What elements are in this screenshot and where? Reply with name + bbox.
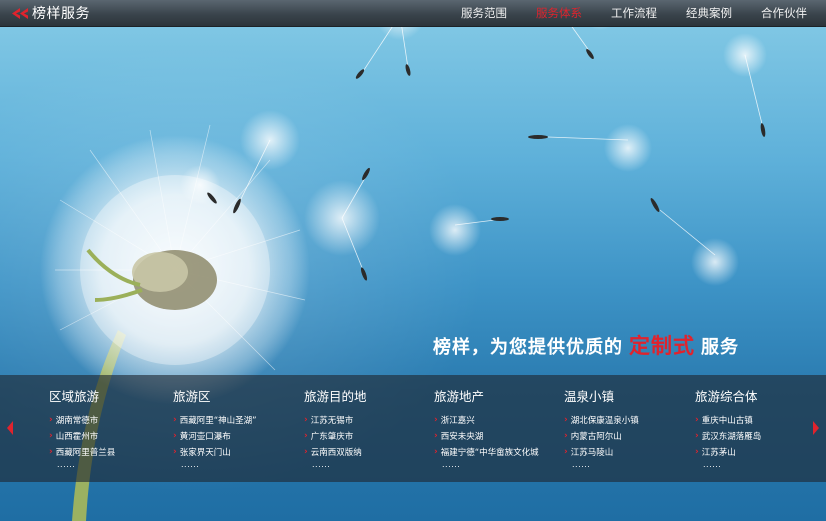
bullet-icon: › (564, 447, 568, 457)
hero-slogan: 榜样，为您提供优质的 定制式 服务 (433, 330, 739, 360)
category-link[interactable]: › 云南西双版纳 (304, 444, 367, 460)
category-link-label: 广东肇庆市 (310, 432, 354, 442)
bullet-icon: › (304, 447, 308, 457)
category-link-label: 江苏无锡市 (310, 416, 354, 426)
category-link[interactable]: › 黄河壶口瀑布 (173, 428, 257, 444)
category-column: 旅游综合体 › 重庆中山古镇 › 武汉东湖落雁岛 › 江苏茅山 ...... (695, 387, 761, 470)
bullet-icon: › (434, 431, 438, 441)
category-link[interactable]: › 湖南常德市 (49, 412, 115, 428)
category-column: 区域旅游 › 湖南常德市 › 山西霍州市 › 西藏阿里普兰县 ...... (49, 387, 115, 470)
bullet-icon: › (564, 431, 568, 441)
bullet-icon: › (173, 431, 177, 441)
bullet-icon: › (695, 415, 699, 425)
category-link[interactable]: › 张家界天门山 (173, 444, 257, 460)
category-link[interactable]: › 山西霍州市 (49, 428, 115, 444)
category-link[interactable]: › 西藏阿里“神山圣湖” (173, 412, 257, 428)
bullet-icon: › (49, 447, 53, 457)
category-link-label: 黄河壶口瀑布 (179, 432, 231, 442)
category-title[interactable]: 旅游目的地 (304, 387, 367, 407)
nav-item-workflow[interactable]: 工作流程 (611, 0, 671, 27)
category-column: 旅游地产 › 浙江嘉兴 › 西安未央湖 › 福建宁德“中华畲族文化城 ...... (434, 387, 539, 470)
category-title[interactable]: 旅游区 (173, 387, 257, 407)
bullet-icon: › (173, 415, 177, 425)
category-column: 旅游区 › 西藏阿里“神山圣湖” › 黄河壶口瀑布 › 张家界天门山 ...... (173, 387, 257, 470)
category-column: 旅游目的地 › 江苏无锡市 › 广东肇庆市 › 云南西双版纳 ...... (304, 387, 367, 470)
bullet-icon: › (695, 431, 699, 441)
nav-item-classic-cases[interactable]: 经典案例 (686, 0, 746, 27)
slogan-highlight: 定制式 (629, 333, 695, 358)
category-link-label: 云南西双版纳 (310, 448, 362, 458)
arrow-left-icon[interactable] (5, 420, 15, 436)
bullet-icon: › (304, 415, 308, 425)
bullet-icon: › (304, 431, 308, 441)
double-chevron-left-icon (12, 7, 28, 19)
category-link-label: 重庆中山古镇 (701, 416, 753, 426)
slogan-part1: 榜样，为您提供优质的 (433, 337, 623, 358)
more-link[interactable]: ...... (572, 460, 639, 470)
category-link-label: 湖北保康温泉小镇 (570, 416, 639, 426)
category-title[interactable]: 温泉小镇 (564, 387, 639, 407)
category-link[interactable]: › 江苏无锡市 (304, 412, 367, 428)
category-link[interactable]: › 江苏马陵山 (564, 444, 639, 460)
category-link-label: 西藏阿里普兰县 (55, 448, 116, 458)
category-link[interactable]: › 江苏茅山 (695, 444, 761, 460)
category-link-label: 湖南常德市 (55, 416, 99, 426)
category-link[interactable]: › 浙江嘉兴 (434, 412, 539, 428)
bullet-icon: › (434, 415, 438, 425)
more-link[interactable]: ...... (703, 460, 761, 470)
nav-item-service-scope[interactable]: 服务范围 (461, 0, 521, 27)
category-link-label: 内蒙古阿尔山 (570, 432, 622, 442)
bullet-icon: › (434, 447, 438, 457)
category-link[interactable]: › 西安未央湖 (434, 428, 539, 444)
bullet-icon: › (49, 431, 53, 441)
slogan-part2: 服务 (701, 337, 739, 358)
category-link-label: 福建宁德“中华畲族文化城 (440, 448, 539, 458)
nav-item-partners[interactable]: 合作伙伴 (761, 0, 821, 27)
bullet-icon: › (695, 447, 699, 457)
arrow-right-icon[interactable] (811, 420, 821, 436)
category-link-label: 江苏马陵山 (570, 448, 614, 458)
category-link[interactable]: › 西藏阿里普兰县 (49, 444, 115, 460)
category-link-label: 浙江嘉兴 (440, 416, 475, 426)
nav-item-service-system[interactable]: 服务体系 (536, 0, 596, 27)
category-link[interactable]: › 湖北保康温泉小镇 (564, 412, 639, 428)
category-link-label: 武汉东湖落雁岛 (701, 432, 762, 442)
brand-name: 榜样服务 (32, 6, 90, 22)
category-column: 温泉小镇 › 湖北保康温泉小镇 › 内蒙古阿尔山 › 江苏马陵山 ...... (564, 387, 639, 470)
category-link-label: 张家界天门山 (179, 448, 231, 458)
category-title[interactable]: 区域旅游 (49, 387, 115, 407)
more-link[interactable]: ...... (181, 460, 257, 470)
brand-logo[interactable]: 榜样服务 (12, 0, 90, 27)
category-link-label: 江苏茅山 (701, 448, 736, 458)
category-link[interactable]: › 内蒙古阿尔山 (564, 428, 639, 444)
category-panel: 区域旅游 › 湖南常德市 › 山西霍州市 › 西藏阿里普兰县 ...... 旅游区 ›… (0, 375, 826, 482)
category-link-label: 西藏阿里“神山圣湖” (179, 416, 257, 426)
more-link[interactable]: ...... (312, 460, 367, 470)
bullet-icon: › (564, 415, 568, 425)
bullet-icon: › (49, 415, 53, 425)
bullet-icon: › (173, 447, 177, 457)
category-title[interactable]: 旅游地产 (434, 387, 539, 407)
more-link[interactable]: ...... (442, 460, 539, 470)
category-link[interactable]: › 福建宁德“中华畲族文化城 (434, 444, 539, 460)
top-navigation-bar: 榜样服务 服务范围 服务体系 工作流程 经典案例 合作伙伴 (0, 0, 826, 27)
category-link-label: 山西霍州市 (55, 432, 99, 442)
category-link[interactable]: › 武汉东湖落雁岛 (695, 428, 761, 444)
category-link[interactable]: › 广东肇庆市 (304, 428, 367, 444)
more-link[interactable]: ...... (57, 460, 115, 470)
category-link[interactable]: › 重庆中山古镇 (695, 412, 761, 428)
category-link-label: 西安未央湖 (440, 432, 484, 442)
category-title[interactable]: 旅游综合体 (695, 387, 761, 407)
